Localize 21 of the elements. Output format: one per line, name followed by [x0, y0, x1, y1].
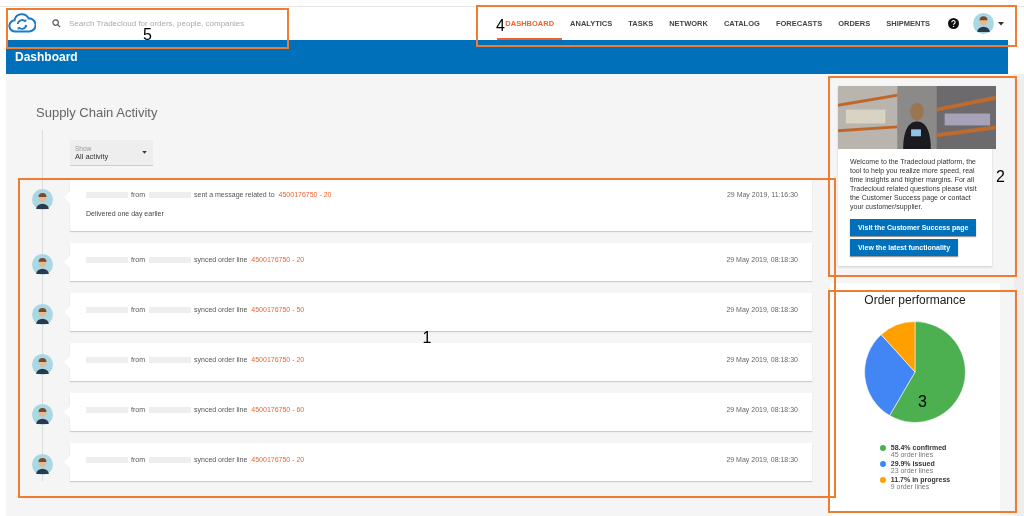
dropdown-caret-icon: [142, 151, 147, 154]
user-avatar-icon: [32, 189, 53, 210]
search-icon: [52, 19, 61, 28]
user-avatar-icon: [32, 304, 53, 325]
annotation-number: 4: [496, 18, 505, 34]
user-avatar-icon: [32, 354, 53, 375]
chart-title: Order performance: [864, 293, 966, 307]
user-avatar-icon: [32, 404, 53, 425]
section-title: Supply Chain Activity: [36, 105, 159, 120]
annotation-number: 5: [143, 27, 152, 43]
page-title: Dashboard: [15, 50, 78, 64]
user-avatar-icon: [32, 454, 53, 475]
search-field[interactable]: Search Tradecloud for orders, people, companies: [69, 19, 299, 28]
scrollbar[interactable]: [1014, 74, 1024, 516]
caret-icon[interactable]: [998, 21, 1004, 26]
avatar-icon[interactable]: [973, 13, 994, 34]
annotation-number: 1: [422, 330, 432, 346]
annotation-number: 2: [996, 168, 1005, 185]
user-avatar-icon: [32, 254, 53, 275]
help-icon[interactable]: [948, 18, 959, 29]
annotation-number: 3: [918, 393, 927, 410]
